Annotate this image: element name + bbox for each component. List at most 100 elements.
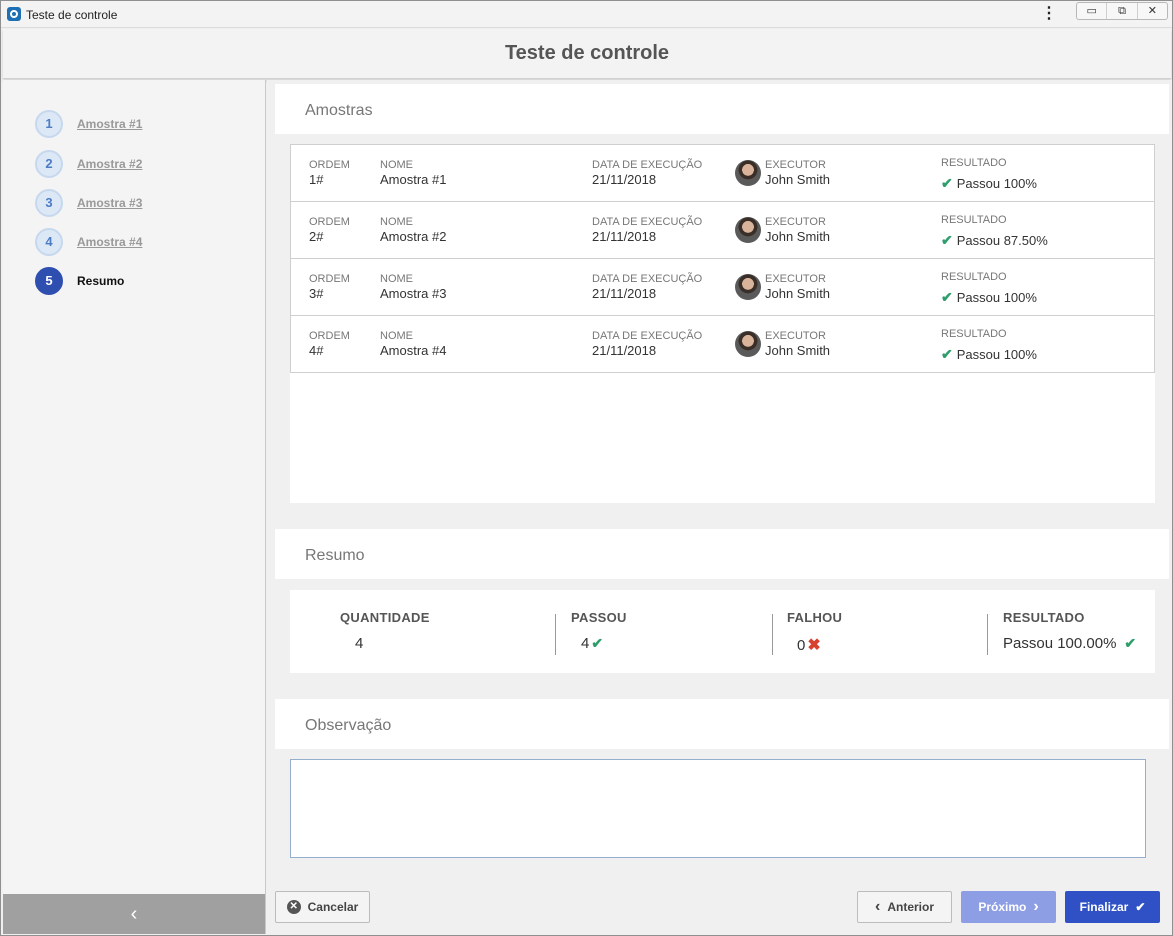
column-label-data: DATA DE EXECUÇÃO <box>592 273 703 285</box>
column-label-resultado: RESULTADO <box>941 328 1007 340</box>
cell-resultado: Passou 100% <box>956 290 1037 305</box>
column-label-nome: NOME <box>380 216 413 228</box>
step-amostra-4[interactable]: 4 Amostra #4 <box>35 228 235 258</box>
minimize-icon[interactable]: ▭ <box>1077 3 1106 19</box>
cell-nome: Amostra #1 <box>380 172 447 187</box>
next-button-label: Próximo <box>978 900 1027 914</box>
cell-data: 21/11/2018 <box>592 229 657 244</box>
table-row[interactable]: ORDEM 3# NOME Amostra #3 DATA DE EXECUÇÃO 2… <box>291 259 1154 316</box>
table-row[interactable]: ORDEM 4# NOME Amostra #4 DATA DE EXECUÇÃO 2… <box>291 316 1154 373</box>
summary-resultado: RESULTADO Passou 100.00% ✔ <box>1003 610 1140 652</box>
column-label-data: DATA DE EXECUÇÃO <box>592 330 703 342</box>
page-title: Teste de controle <box>504 42 670 64</box>
step-number: 4 <box>35 228 63 256</box>
check-icon: ✔ <box>941 346 953 362</box>
cell-data: 21/11/2018 <box>592 172 657 187</box>
divider <box>555 614 556 655</box>
maximize-icon[interactable]: ⧉ <box>1106 3 1136 19</box>
title-bar: Teste de controle ⋮ ▭ ⧉ ✕ <box>1 1 1172 28</box>
column-label-nome: NOME <box>380 330 413 342</box>
samples-section-header: Amostras <box>275 84 1169 134</box>
cell-ordem: 2# <box>309 229 324 244</box>
step-label: Resumo <box>77 274 125 288</box>
step-label[interactable]: Amostra #2 <box>77 157 142 171</box>
check-icon: ✔ <box>941 289 953 305</box>
avatar <box>735 331 761 357</box>
samples-section-title: Amostras <box>305 102 373 119</box>
app-window: Teste de controle ⋮ ▭ ⧉ ✕ Teste de contr… <box>0 0 1173 936</box>
column-label-executor: EXECUTOR <box>765 216 826 228</box>
cell-ordem: 1# <box>309 172 324 187</box>
column-label-data: DATA DE EXECUÇÃO <box>592 216 703 228</box>
summary-passou-value: 4 <box>581 635 590 652</box>
page-header: Teste de controle <box>3 29 1171 79</box>
samples-table: ORDEM 1# NOME Amostra #1 DATA DE EXECUÇÃO 2… <box>290 144 1155 373</box>
column-label-ordem: ORDEM <box>309 216 350 228</box>
check-icon: ✔ <box>1135 900 1146 914</box>
step-amostra-2[interactable]: 2 Amostra #2 <box>35 150 235 180</box>
column-label-resultado: RESULTADO <box>941 157 1007 169</box>
column-label-ordem: ORDEM <box>309 330 350 342</box>
step-label[interactable]: Amostra #1 <box>77 117 142 131</box>
check-icon: ✔ <box>941 232 953 248</box>
cell-data: 21/11/2018 <box>592 343 657 358</box>
summary-quantidade-value: 4 <box>355 635 364 652</box>
previous-button[interactable]: ‹ Anterior <box>857 891 952 923</box>
step-number: 3 <box>35 189 63 217</box>
cell-data: 21/11/2018 <box>592 286 657 301</box>
avatar <box>735 160 761 186</box>
summary-resultado-label: RESULTADO <box>1003 610 1085 625</box>
chevron-left-icon: ‹ <box>875 898 881 915</box>
samples-table-empty-area <box>290 373 1155 503</box>
step-label[interactable]: Amostra #3 <box>77 196 142 210</box>
steps-sidebar: 1 Amostra #1 2 Amostra #2 3 Amostra #3 4… <box>3 80 266 934</box>
cancel-button[interactable]: ✕ Cancelar <box>275 891 370 923</box>
table-row[interactable]: ORDEM 2# NOME Amostra #2 DATA DE EXECUÇÃO 2… <box>291 202 1154 259</box>
check-icon: ✔ <box>591 635 604 651</box>
check-icon: ✔ <box>1124 635 1137 651</box>
summary-falhou-label: FALHOU <box>787 610 843 625</box>
column-label-executor: EXECUTOR <box>765 273 826 285</box>
cancel-icon: ✕ <box>286 900 301 914</box>
column-label-executor: EXECUTOR <box>765 330 826 342</box>
summary-quantidade: QUANTIDADE 4 <box>340 610 430 652</box>
step-resumo[interactable]: 5 Resumo <box>35 267 235 297</box>
column-label-data: DATA DE EXECUÇÃO <box>592 159 703 171</box>
avatar <box>735 274 761 300</box>
cell-ordem: 4# <box>309 343 324 358</box>
divider <box>987 614 988 655</box>
step-label[interactable]: Amostra #4 <box>77 235 142 249</box>
check-icon: ✔ <box>941 175 953 191</box>
column-label-resultado: RESULTADO <box>941 214 1007 226</box>
summary-falhou: FALHOU 0 ✖ <box>787 610 842 655</box>
step-amostra-1[interactable]: 1 Amostra #1 <box>35 110 235 140</box>
footer-actions: ✕ Cancelar ‹ Anterior Próximo › Finaliza… <box>267 881 1172 934</box>
summary-passou: PASSOU 4 ✔ <box>571 610 627 652</box>
avatar <box>735 217 761 243</box>
app-logo-icon <box>7 7 21 21</box>
chevron-left-icon: ‹ <box>130 903 138 925</box>
cell-ordem: 3# <box>309 286 324 301</box>
divider <box>772 614 773 655</box>
observation-textarea[interactable] <box>290 759 1146 858</box>
previous-button-label: Anterior <box>887 900 934 914</box>
next-button[interactable]: Próximo › <box>961 891 1056 923</box>
column-label-nome: NOME <box>380 273 413 285</box>
cell-executor: John Smith <box>765 343 831 358</box>
collapse-sidebar-button[interactable]: ‹ <box>3 894 265 934</box>
finish-button[interactable]: Finalizar ✔ <box>1065 891 1160 923</box>
observation-section-header: Observação <box>275 699 1169 749</box>
main-content: Amostras ORDEM 1# NOME Amostra #1 DATA DE … <box>267 80 1172 881</box>
cell-nome: Amostra #2 <box>380 229 447 244</box>
observation-section-title: Observação <box>305 717 392 734</box>
column-label-ordem: ORDEM <box>309 273 350 285</box>
step-amostra-3[interactable]: 3 Amostra #3 <box>35 189 235 219</box>
more-options-icon[interactable]: ⋮ <box>1041 5 1057 23</box>
cell-nome: Amostra #4 <box>380 343 447 358</box>
step-number: 1 <box>35 110 63 138</box>
summary-falhou-value: 0 <box>797 637 806 654</box>
close-icon[interactable]: ✕ <box>1136 3 1167 19</box>
cancel-button-label: Cancelar <box>307 900 359 914</box>
table-row[interactable]: ORDEM 1# NOME Amostra #1 DATA DE EXECUÇÃO 2… <box>291 145 1154 202</box>
cell-resultado: Passou 100% <box>956 347 1037 362</box>
